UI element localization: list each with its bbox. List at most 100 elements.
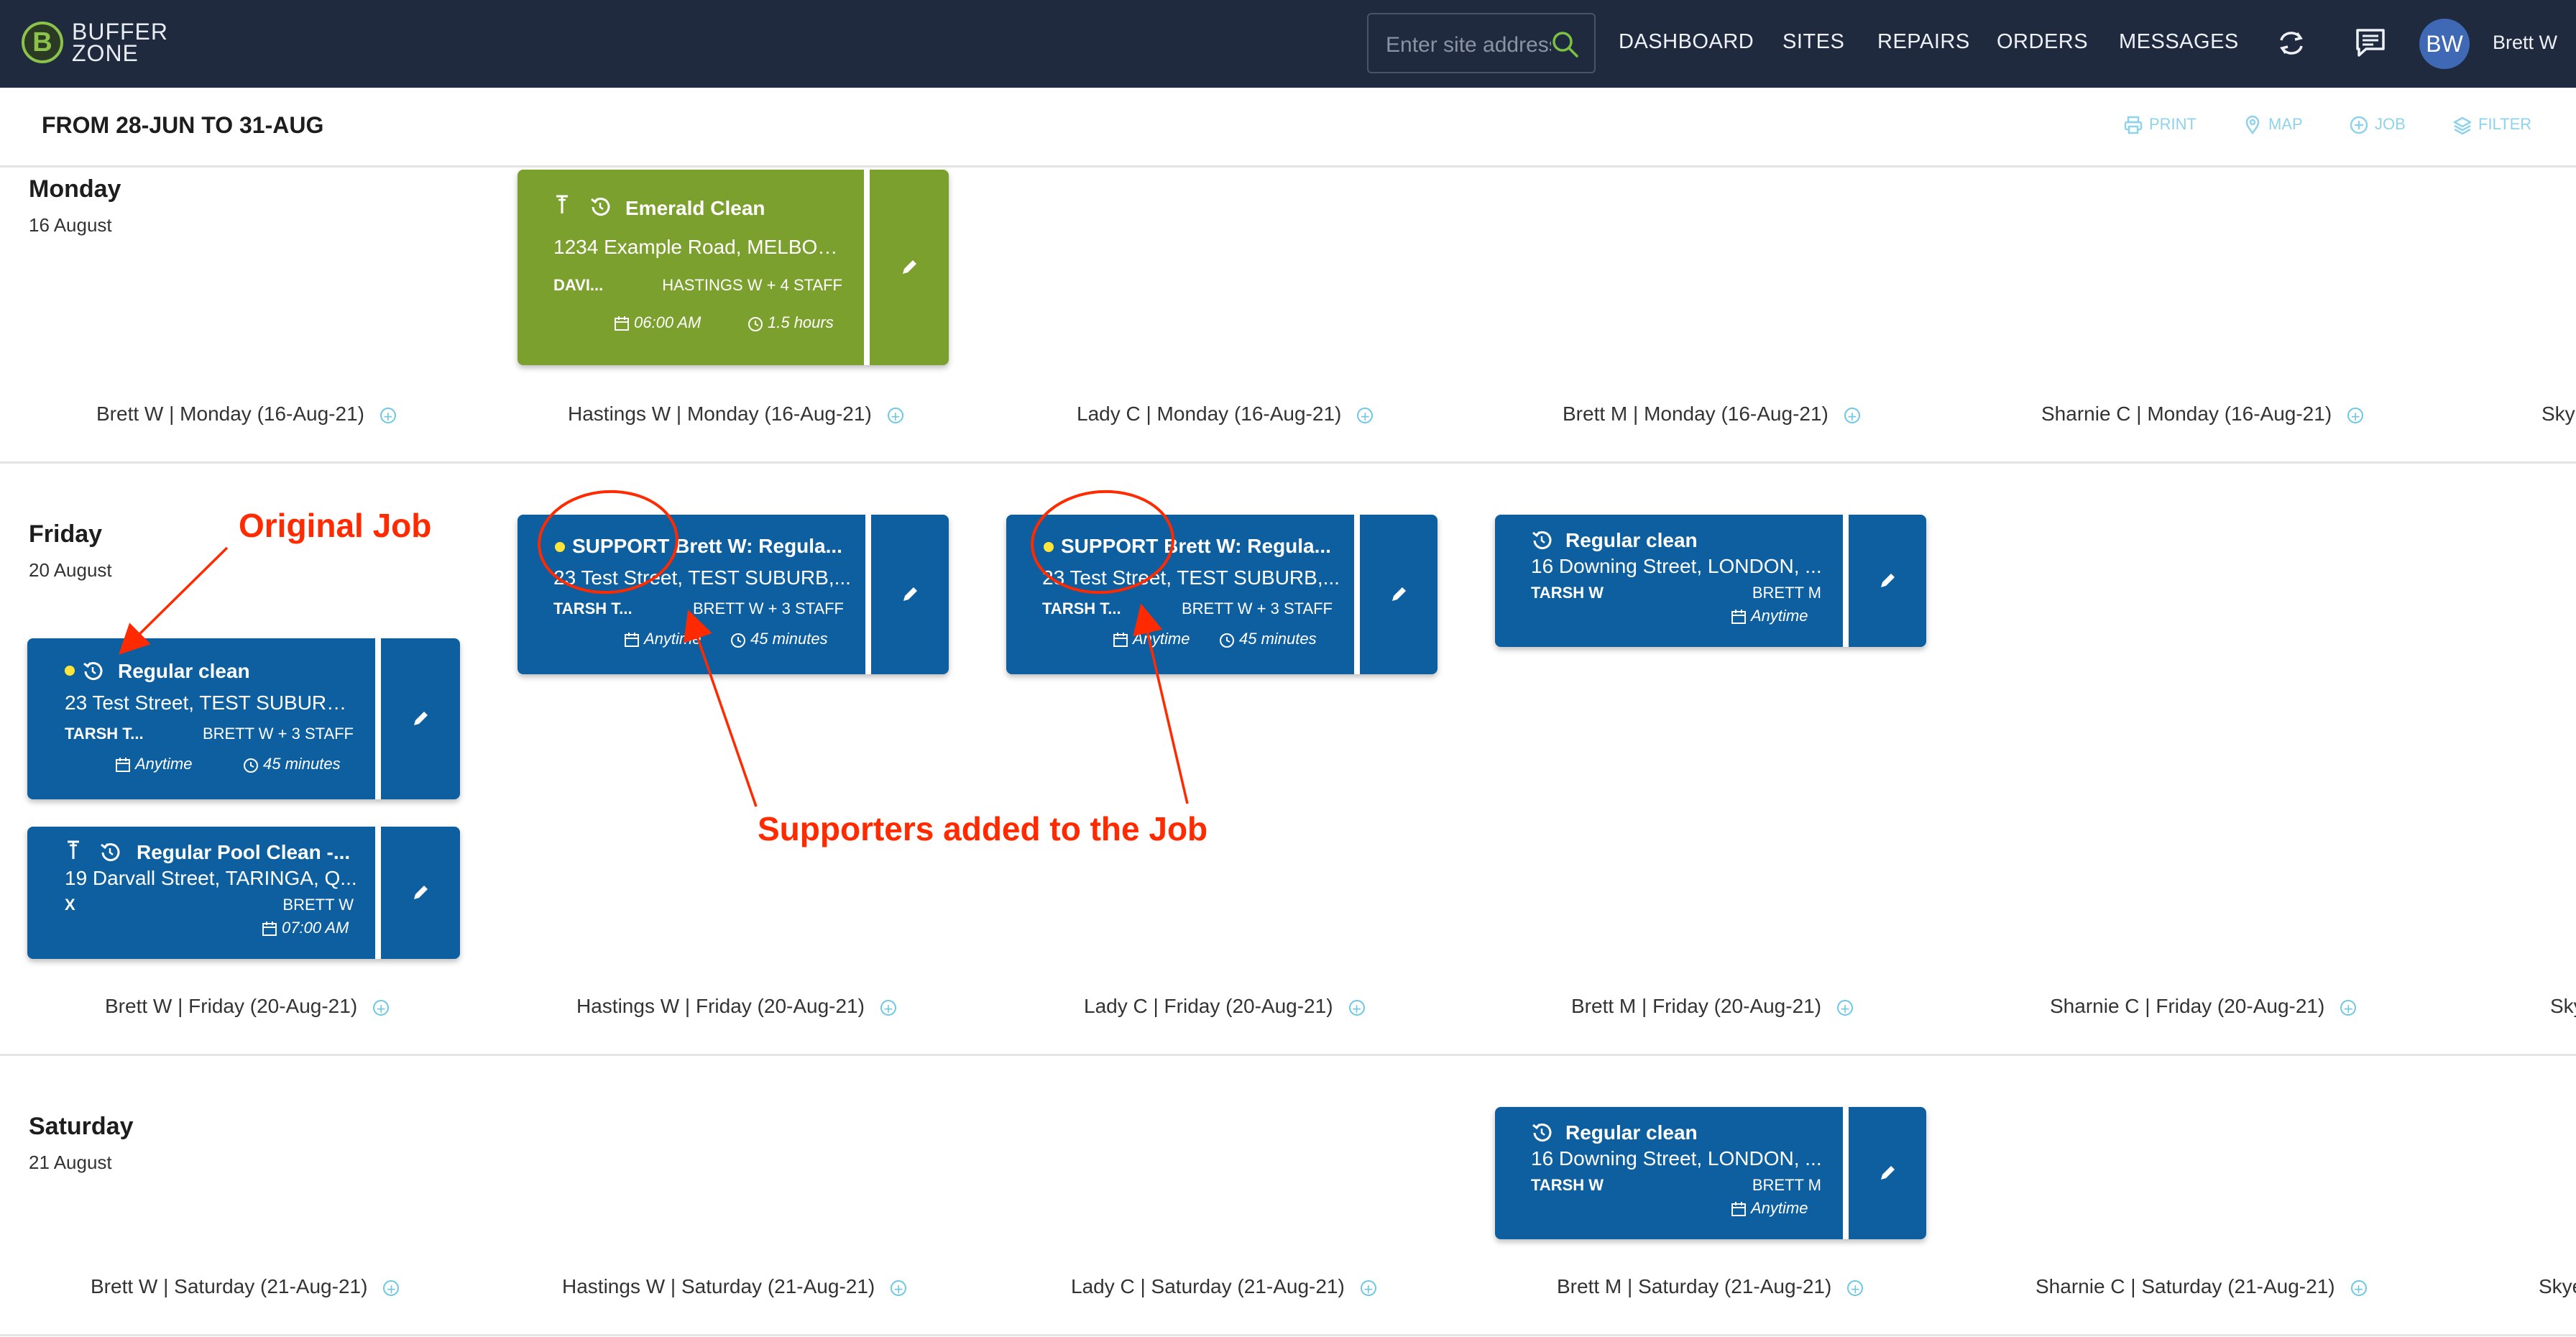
staff-column-label: Lady C | Monday (16-Aug-21) + [1077,403,1374,426]
job-card-body[interactable]: Regular clean 23 Test Street, TEST SUBUR… [27,638,375,799]
job-duration: 45 minutes [1219,630,1317,648]
job-card-original[interactable]: Regular clean 23 Test Street, TEST SUBUR… [27,638,460,799]
recurring-icon [101,843,120,862]
pencil-icon [903,260,916,274]
chat-icon[interactable] [2352,24,2389,62]
staff-column-label: Lady C | Friday (20-Aug-21) + [1084,995,1365,1018]
add-job-plus-icon[interactable]: + [380,407,396,424]
site-search-input[interactable] [1384,29,1552,62]
avatar[interactable]: BW [2419,19,2470,69]
job-start: Anytime [624,630,701,648]
card-divider [865,515,871,674]
job-staff: BRETT W [282,896,354,914]
nav-messages[interactable]: MESSAGES [2119,30,2239,54]
edit-job-button[interactable] [1360,515,1438,674]
print-icon [2124,116,2143,134]
add-job-plus-icon[interactable]: + [2340,999,2357,1016]
add-job-plus-icon[interactable]: + [1360,1279,1376,1297]
nav-repairs[interactable]: REPAIRS [1877,30,1970,54]
job-card-support-1[interactable]: SUPPORT Brett W: Regula... 23 Test Stree… [518,515,949,674]
staff-column-label: Brett W | Friday (20-Aug-21) + [105,995,390,1018]
job-address: 23 Test Street, TEST SUBURB,... [1042,566,1340,589]
logo-icon[interactable]: B [22,22,63,63]
add-job-plus-icon[interactable]: + [1348,999,1365,1016]
job-staff: BRETT M [1752,584,1821,602]
job-card-downing-friday[interactable]: Regular clean 16 Downing Street, LONDON,… [1495,515,1926,647]
edit-job-button[interactable] [1849,515,1926,647]
add-job-plus-icon[interactable]: + [2350,1279,2367,1297]
job-card-body[interactable]: Regular Pool Clean -... 19 Darvall Stree… [27,827,375,959]
add-job-plus-icon[interactable]: + [1847,1279,1864,1297]
map-pin-icon [2245,116,2260,135]
print-button[interactable]: PRINT [2123,115,2196,135]
search-icon[interactable] [1550,29,1581,60]
job-title: SUPPORT Brett W: Regula... [1061,535,1331,557]
job-duration-value: 45 minutes [263,755,341,773]
clock-icon [244,758,258,773]
add-job-plus-icon[interactable]: + [880,999,896,1016]
add-job-plus-icon[interactable]: + [373,999,390,1016]
card-divider [1354,515,1360,674]
staff-column-label: Sharnie C | Monday (16-Aug-21) + [2041,403,2364,426]
staff-column-label: Brett M | Friday (20-Aug-21) + [1571,995,1854,1018]
job-card-body[interactable]: Emerald Clean 1234 Example Road, MELBOU.… [518,170,864,365]
annotation-original-job: Original Job [239,507,432,544]
job-start-value: Anytime [644,630,702,648]
plus-circle-icon [2350,116,2368,134]
job-staff: BRETT W + 3 STAFF [202,725,354,743]
nav-sites[interactable]: SITES [1782,30,1844,54]
clock-icon [748,317,763,332]
map-button[interactable]: MAP [2242,115,2303,135]
filter-button[interactable]: FILTER [2452,115,2531,135]
job-duration: 1.5 hours [748,313,834,332]
job-start: 06:00 AM [614,313,701,332]
edit-job-button[interactable] [381,827,460,959]
job-address: 23 Test Street, TEST SUBURB,... [553,566,851,589]
job-staff: HASTINGS W + 4 STAFF [662,276,842,294]
edit-job-button[interactable] [871,515,949,674]
job-start-value: Anytime [135,755,193,773]
card-divider [864,170,870,365]
job-card-body[interactable]: Regular clean 16 Downing Street, LONDON,… [1495,515,1843,647]
divider [0,461,2576,464]
day-date-saturday: 21 August [29,1152,112,1173]
add-job-plus-icon[interactable]: + [1357,407,1374,424]
annotation-arrow [119,546,229,655]
edit-job-button[interactable] [381,638,460,799]
job-card-support-2[interactable]: SUPPORT Brett W: Regula... 23 Test Stree… [1006,515,1438,674]
user-name[interactable]: Brett W [2493,32,2557,54]
job-card-body[interactable]: SUPPORT Brett W: Regula... 23 Test Stree… [1006,515,1354,674]
sync-icon[interactable] [2273,24,2310,62]
job-client: TARSH W [1531,1176,1604,1194]
edit-job-button[interactable] [870,170,949,365]
job-start: Anytime [115,755,192,773]
filter-label: FILTER [2478,115,2532,133]
staff-column-label: Skye [2539,1275,2576,1297]
job-card-body[interactable]: SUPPORT Brett W: Regula... 23 Test Stree… [518,515,865,674]
pencil-icon [1392,587,1406,601]
add-job-plus-icon[interactable]: + [891,1279,907,1297]
add-job-plus-icon[interactable]: + [2347,407,2364,424]
edit-job-button[interactable] [1849,1107,1926,1239]
add-job-button[interactable]: JOB [2349,115,2406,135]
job-card-downing-saturday[interactable]: Regular clean 16 Downing Street, LONDON,… [1495,1107,1926,1239]
job-start-value: Anytime [1751,1199,1808,1217]
job-duration-value: 45 minutes [750,630,828,648]
job-card-pool-clean[interactable]: Regular Pool Clean -... 19 Darvall Stree… [27,827,460,959]
divider [0,165,2576,167]
staff-column-label: Hastings W | Saturday (21-Aug-21) + [562,1275,907,1298]
nav-orders[interactable]: ORDERS [1997,30,2088,54]
day-name-friday: Friday [29,520,103,548]
job-client: TARSH T... [65,725,144,743]
add-job-plus-icon[interactable]: + [887,407,903,424]
job-card-body[interactable]: Regular clean 16 Downing Street, LONDON,… [1495,1107,1843,1239]
nav-dashboard[interactable]: DASHBOARD [1619,30,1754,54]
clock-icon [731,633,745,648]
job-client: X [65,896,75,914]
job-start: Anytime [1731,607,1808,625]
add-job-plus-icon[interactable]: + [1837,999,1854,1016]
status-dot-icon [65,666,75,676]
add-job-plus-icon[interactable]: + [383,1279,400,1297]
job-card-emerald-clean[interactable]: Emerald Clean 1234 Example Road, MELBOU.… [518,170,949,365]
add-job-plus-icon[interactable]: + [1844,407,1860,424]
